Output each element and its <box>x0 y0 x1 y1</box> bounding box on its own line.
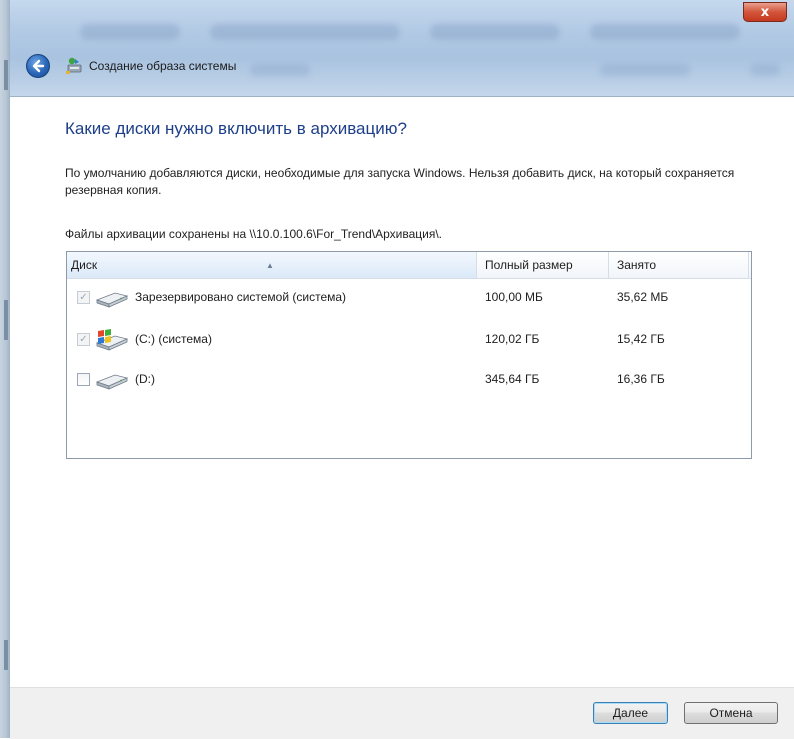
edge-mark <box>4 640 8 670</box>
close-button[interactable]: x <box>743 2 787 22</box>
wizard-footer: Далее Отмена <box>10 687 794 739</box>
title-bar <box>10 0 794 97</box>
blurred-toolbar-item <box>210 24 400 40</box>
wizard-content: Какие диски нужно включить в архивацию? … <box>10 97 794 687</box>
cancel-button[interactable]: Отмена <box>684 702 778 724</box>
blurred-toolbar-item <box>600 64 690 76</box>
column-label: Диск <box>71 258 98 272</box>
blurred-toolbar-item <box>80 24 180 40</box>
save-location-text: Файлы архивации сохранены на \\10.0.100.… <box>65 227 442 241</box>
drive-icon <box>95 374 129 390</box>
disk-total-size: 100,00 МБ <box>485 290 543 304</box>
disk-name: Зарезервировано системой (система) <box>135 290 347 304</box>
page-description: По умолчанию добавляются диски, необходи… <box>65 166 735 197</box>
sort-up-icon: ▲ <box>266 261 274 270</box>
windows-drive-icon <box>95 329 129 351</box>
column-header-disk[interactable]: Диск ▲ <box>67 252 477 278</box>
disk-table: Диск ▲ Полный размер Занято ✓ Зарезервир… <box>66 251 752 459</box>
backup-app-icon <box>66 57 82 74</box>
edge-mark <box>4 300 8 340</box>
table-row[interactable]: ✓ (C:) (система) 120,02 ГБ 15,42 ГБ <box>67 328 751 352</box>
background-window-edge <box>0 0 10 738</box>
include-checkbox[interactable] <box>77 373 90 386</box>
blurred-toolbar-item <box>750 64 780 76</box>
column-header-total-size[interactable]: Полный размер <box>477 252 609 278</box>
disk-name: (C:) (система) <box>135 332 212 346</box>
blurred-toolbar-item <box>430 24 560 40</box>
back-arrow-icon <box>32 59 45 73</box>
disk-total-size: 120,02 ГБ <box>485 332 540 346</box>
table-header: Диск ▲ Полный размер Занято <box>67 252 751 279</box>
disk-used-size: 16,36 ГБ <box>617 372 665 386</box>
window-title: Создание образа системы <box>89 59 237 73</box>
page-heading: Какие диски нужно включить в архивацию? <box>65 119 407 138</box>
drive-icon <box>95 292 129 308</box>
back-button[interactable] <box>26 54 50 78</box>
next-button[interactable]: Далее <box>593 702 668 724</box>
edge-mark <box>4 60 8 90</box>
table-row[interactable]: (D:) 345,64 ГБ 16,36 ГБ <box>67 368 751 392</box>
blurred-toolbar-item <box>250 64 310 76</box>
close-icon: x <box>760 4 770 20</box>
disk-total-size: 345,64 ГБ <box>485 372 540 386</box>
blurred-toolbar-item <box>590 24 740 40</box>
include-checkbox[interactable]: ✓ <box>77 333 90 346</box>
table-row[interactable]: ✓ Зарезервировано системой (система) 100… <box>67 286 751 310</box>
disk-used-size: 35,62 МБ <box>617 290 669 304</box>
disk-used-size: 15,42 ГБ <box>617 332 665 346</box>
column-header-used[interactable]: Занято <box>609 252 749 278</box>
disk-name: (D:) <box>135 372 155 386</box>
include-checkbox[interactable]: ✓ <box>77 291 90 304</box>
